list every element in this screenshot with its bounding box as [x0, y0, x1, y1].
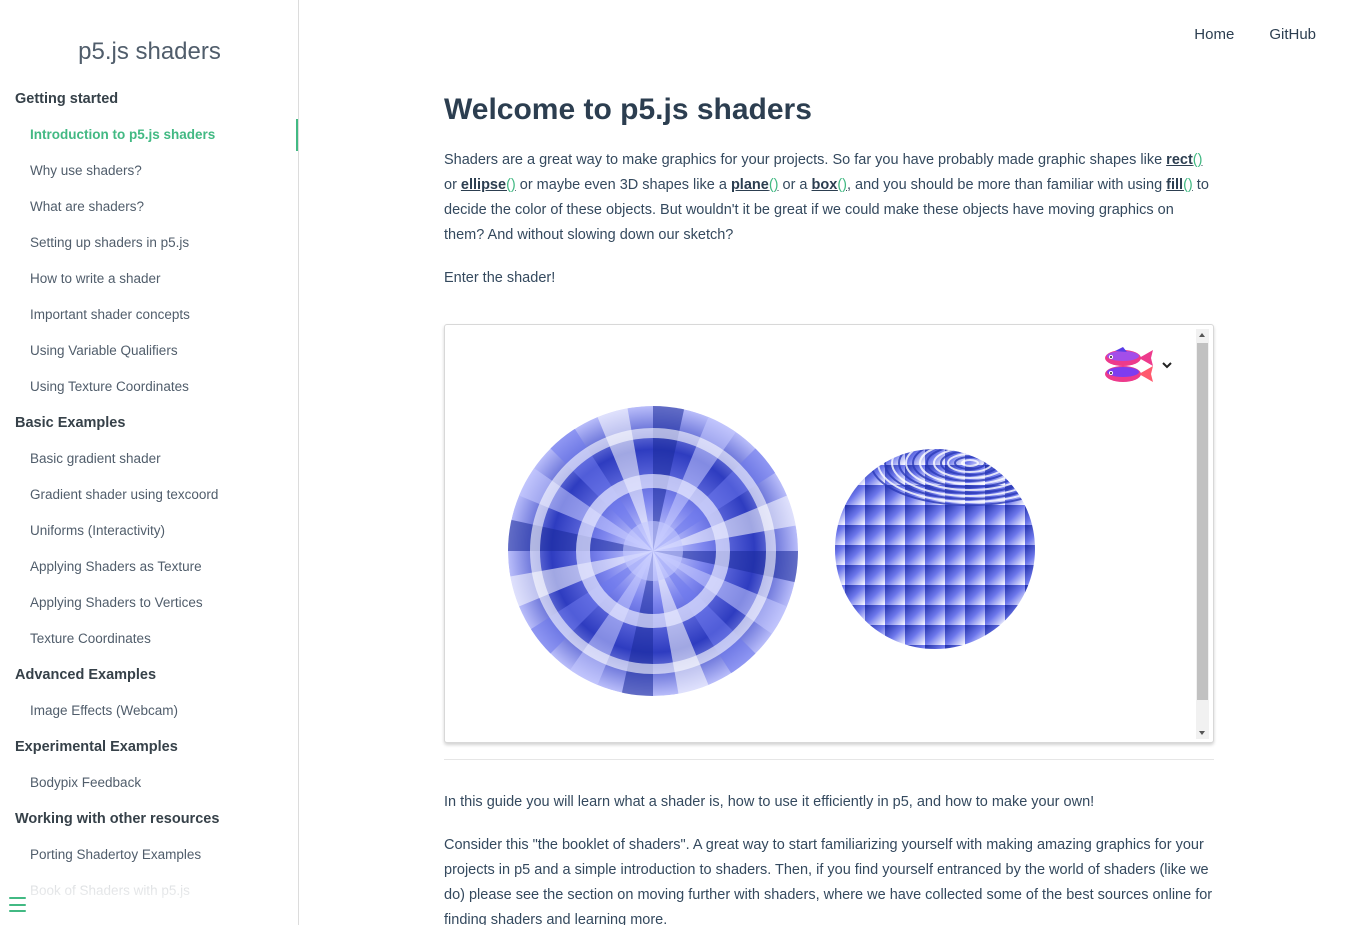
nav-group-experimental-examples[interactable]: Experimental Examples — [0, 729, 298, 765]
guide-paragraph: In this guide you will learn what a shad… — [444, 794, 1095, 810]
scroll-down-arrow-icon[interactable] — [1199, 731, 1205, 735]
link-fill[interactable]: fill() — [1166, 177, 1193, 193]
scrollbar-thumb[interactable] — [1197, 343, 1208, 700]
top-nav: Home GitHub — [1194, 26, 1316, 43]
nav-link-home[interactable]: Home — [1194, 26, 1234, 43]
nav-item-shaders-as-texture[interactable]: Applying Shaders as Texture — [0, 549, 298, 585]
p5-fish-logo-icon[interactable] — [1101, 345, 1157, 387]
link-ellipse[interactable]: ellipse() — [461, 177, 516, 193]
hamburger-menu-icon[interactable] — [9, 897, 26, 912]
nav-item-texture-coordinates[interactable]: Texture Coordinates — [0, 621, 298, 657]
link-box[interactable]: box() — [812, 177, 847, 193]
nav-item-setting-up-shaders[interactable]: Setting up shaders in p5.js — [0, 225, 298, 261]
nav-item-what-are-shaders[interactable]: What are shaders? — [0, 189, 298, 225]
nav-group-other-resources[interactable]: Working with other resources — [0, 801, 298, 837]
scroll-up-arrow-icon[interactable] — [1199, 333, 1205, 337]
shader-sphere-large — [508, 406, 798, 696]
booklet-paragraph: Consider this "the booklet of shaders". … — [444, 837, 1213, 925]
embed-scrollbar[interactable] — [1196, 329, 1209, 739]
nav-group-advanced-examples[interactable]: Advanced Examples — [0, 657, 298, 693]
nav-item-texture-coordinates-usage[interactable]: Using Texture Coordinates — [0, 369, 298, 405]
section-divider — [444, 759, 1214, 760]
nav-group-getting-started[interactable]: Getting started — [0, 81, 298, 117]
intro-paragraph: Shaders are a great way to make graphics… — [444, 152, 1209, 243]
nav-item-how-to-write[interactable]: How to write a shader — [0, 261, 298, 297]
chevron-down-icon[interactable] — [1161, 359, 1173, 371]
link-rect[interactable]: rect() — [1166, 152, 1202, 168]
shader-sketch-canvas[interactable] — [445, 325, 1214, 743]
nav-item-important-concepts[interactable]: Important shader concepts — [0, 297, 298, 333]
nav-item-basic-gradient[interactable]: Basic gradient shader — [0, 441, 298, 477]
nav-group-basic-examples[interactable]: Basic Examples — [0, 405, 298, 441]
nav-link-github[interactable]: GitHub — [1269, 26, 1316, 43]
nav-item-shaders-to-vertices[interactable]: Applying Shaders to Vertices — [0, 585, 298, 621]
nav-item-bodypix-feedback[interactable]: Bodypix Feedback — [0, 765, 298, 801]
site-title[interactable]: p5.js shaders — [0, 38, 298, 66]
nav-item-introduction[interactable]: Introduction to p5.js shaders — [0, 117, 298, 153]
nav-item-image-effects[interactable]: Image Effects (Webcam) — [0, 693, 298, 729]
enter-shader-text: Enter the shader! — [444, 270, 556, 286]
sketch-embed[interactable] — [444, 324, 1214, 743]
page-title: Welcome to p5.js shaders — [444, 93, 812, 126]
shader-sphere-small — [835, 449, 1035, 649]
link-plane[interactable]: plane() — [731, 177, 779, 193]
nav-item-gradient-texcoord[interactable]: Gradient shader using texcoord — [0, 477, 298, 513]
sidebar: p5.js shaders Getting started Introductio… — [0, 0, 299, 925]
nav-item-variable-qualifiers[interactable]: Using Variable Qualifiers — [0, 333, 298, 369]
sidebar-fade-overlay — [0, 865, 298, 925]
sidebar-nav: Getting started Introduction to p5.js sha… — [0, 81, 298, 909]
nav-item-uniforms[interactable]: Uniforms (Interactivity) — [0, 513, 298, 549]
nav-item-why-use-shaders[interactable]: Why use shaders? — [0, 153, 298, 189]
